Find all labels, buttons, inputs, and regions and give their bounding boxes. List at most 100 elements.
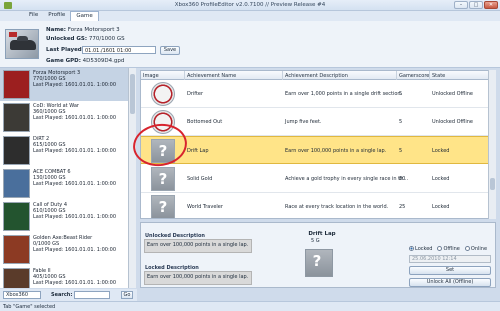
achievement-state: Locked — [432, 148, 450, 154]
state-radio-group: Locked Offline Online — [409, 246, 487, 252]
window-title: Xbox360 ProfileEditor v2.0.7100 // Previ… — [174, 2, 326, 8]
menu-profile[interactable]: Profile — [43, 11, 70, 21]
game-list-item[interactable]: DiRT 2 615/1000 GS Last Played: 1601.01.01… — [0, 134, 129, 167]
achievement-gamerscore: 80 — [399, 176, 406, 182]
question-mark-icon — [151, 167, 175, 191]
game-thumbnail — [3, 235, 30, 264]
achievement-name: Bottomed Out — [187, 119, 223, 125]
game-thumbnail — [3, 169, 30, 198]
header-name[interactable]: Achievement Name — [187, 73, 236, 79]
achievement-detail-panel: Unlocked Description Earn over 100,000 p… — [140, 222, 496, 288]
game-thumbnail — [3, 103, 30, 132]
achievement-name: Solid Gold — [187, 176, 213, 182]
achievement-description: Earn over 100,000 points in a single lap… — [285, 148, 387, 154]
scrollbar-thumb[interactable] — [490, 178, 495, 190]
game-thumbnail — [3, 202, 30, 231]
header-gamerscore[interactable]: Gamerscore — [399, 73, 429, 79]
table-row[interactable]: World Traveler Race at every track locat… — [141, 193, 491, 218]
radio-dot-icon — [437, 246, 443, 251]
unlocked-gs-value: 770/1000 GS — [88, 36, 125, 42]
header-description[interactable]: Achievement Description — [285, 73, 348, 79]
table-scrollbar[interactable] — [488, 70, 496, 219]
radio-locked[interactable]: Locked — [409, 246, 432, 252]
maximize-button[interactable]: □ — [469, 1, 483, 9]
achievement-state: Locked — [432, 204, 450, 210]
locked-description-field[interactable]: Earn over 100,000 points in a single lap… — [144, 271, 252, 285]
achievement-table: Image Achievement Name Achievement Descr… — [140, 70, 492, 219]
radio-offline-label: Offline — [443, 246, 460, 252]
game-list-item[interactable]: Forza Motorsport 3 770/1000 GS Last Played… — [0, 68, 129, 101]
game-tile-image — [5, 29, 39, 59]
game-last-played: Last Played: 1601.01.01. 1:00:00 — [33, 181, 117, 187]
achievement-description: Earn over 1,000 points in a single drift… — [285, 91, 403, 97]
platform-select[interactable]: Xbox360 — [3, 291, 41, 299]
question-mark-icon — [151, 195, 175, 218]
table-row[interactable]: Bottomed Out Jump five feet. 5 Unlocked … — [141, 108, 491, 136]
game-last-played: Last Played: 1601.01.01. 1:00:00 — [33, 280, 117, 286]
table-row-selected[interactable]: Drift Lap Earn over 100,000 points in a … — [141, 136, 491, 164]
scrollbar-thumb[interactable] — [130, 74, 135, 114]
achievement-gamerscore: 5 — [399, 148, 403, 154]
status-bar: Tab "Game" selected — [0, 301, 500, 311]
search-input[interactable] — [74, 291, 110, 299]
name-label: Name: — [46, 27, 66, 33]
radio-offline[interactable]: Offline — [437, 246, 460, 252]
unlocked-gs-label: Unlocked GS: — [46, 36, 88, 42]
game-info-panel: Name: Forza Motorsport 3 Unlocked GS: 77… — [0, 21, 500, 68]
game-list-item[interactable]: CoD: World at War 360/1000 GS Last Played:… — [0, 101, 129, 134]
table-row[interactable]: Solid Gold Achieve a gold trophy in ever… — [141, 165, 491, 193]
game-thumbnail — [3, 136, 30, 165]
game-list-item[interactable]: Fable II 405/1000 GS Last Played: 1601.01.… — [0, 266, 129, 288]
table-header: Image Achievement Name Achievement Descr… — [141, 71, 491, 80]
game-list: Forza Motorsport 3 770/1000 GS Last Played… — [0, 68, 130, 288]
search-bar: Xbox360 Search: Go — [0, 289, 137, 301]
game-last-played: Last Played: 1601.01.01. 1:00:00 — [33, 82, 117, 88]
achievement-gs: 5 G — [311, 238, 320, 244]
game-last-played: Last Played: 1601.01.01. 1:00:00 — [33, 148, 117, 154]
name-value: Forza Motorsport 3 — [67, 27, 120, 33]
game-list-scrollbar[interactable] — [128, 68, 136, 288]
last-played-input[interactable]: 01.01./1601 01:00 — [82, 46, 156, 54]
menu-file[interactable]: File — [24, 11, 43, 21]
game-thumbnail — [3, 268, 30, 288]
table-row[interactable]: Drifter Earn over 1,000 points in a sing… — [141, 80, 491, 108]
game-last-played: Last Played: 1601.01.01. 1:00:00 — [33, 214, 117, 220]
achievement-gamerscore: 5 — [399, 119, 403, 125]
game-gpd-value: 4D5309D4.gpd — [82, 58, 125, 64]
game-last-played: Last Played: 1601.01.01. 1:00:00 — [33, 115, 117, 121]
achievement-title: Drift Lap — [308, 231, 336, 237]
forza-logo-icon — [9, 32, 17, 37]
header-state[interactable]: State — [432, 73, 445, 79]
achievement-name: Drifter — [187, 91, 204, 97]
achievement-gamerscore: 5 — [399, 91, 403, 97]
achievement-name: Drift Lap — [187, 148, 209, 154]
car-icon — [10, 36, 36, 50]
unlock-date-input[interactable]: 25.06.2010 12:14 — [409, 255, 491, 263]
last-played-label: Last Played — [46, 47, 82, 53]
game-list-item[interactable]: Golden Axe:Beast Rider 0/1000 GS Last Play… — [0, 233, 129, 266]
game-list-item[interactable]: ACE COMBAT 6 130/1000 GS Last Played: 1601… — [0, 167, 129, 200]
game-gpd-label: Game GPD: — [46, 58, 81, 64]
header-image[interactable]: Image — [143, 73, 159, 79]
radio-online[interactable]: Online — [464, 246, 488, 252]
minimize-button[interactable]: – — [454, 1, 468, 9]
achievement-state: Unlocked Offline — [432, 119, 473, 125]
search-label: Search: — [51, 292, 73, 298]
radio-online-label: Online — [470, 246, 488, 252]
achievement-description: Race at every track location in the worl… — [285, 204, 389, 210]
unlocked-description-field[interactable]: Earn over 100,000 points in a single lap… — [144, 239, 252, 253]
title-bar: Xbox360 ProfileEditor v2.0.7100 // Previ… — [0, 0, 500, 11]
radio-locked-label: Locked — [415, 246, 433, 252]
drifter-badge-icon — [151, 82, 175, 106]
save-button[interactable]: Save — [160, 46, 180, 55]
radio-dot-icon — [464, 246, 470, 251]
achievement-description: Achieve a gold trophy in every single ra… — [285, 176, 409, 182]
unlock-all-offline-button[interactable]: Unlock All (Offline) — [409, 278, 491, 287]
question-mark-icon — [305, 249, 333, 277]
achievement-description: Jump five feet. — [285, 119, 322, 125]
go-button[interactable]: Go — [121, 291, 133, 299]
close-button[interactable]: ✕ — [484, 1, 498, 9]
set-button[interactable]: Set — [409, 266, 491, 275]
game-list-item[interactable]: Call of Duty 4 610/1000 GS Last Played: 16… — [0, 200, 129, 233]
menu-game[interactable]: Game — [70, 11, 99, 21]
